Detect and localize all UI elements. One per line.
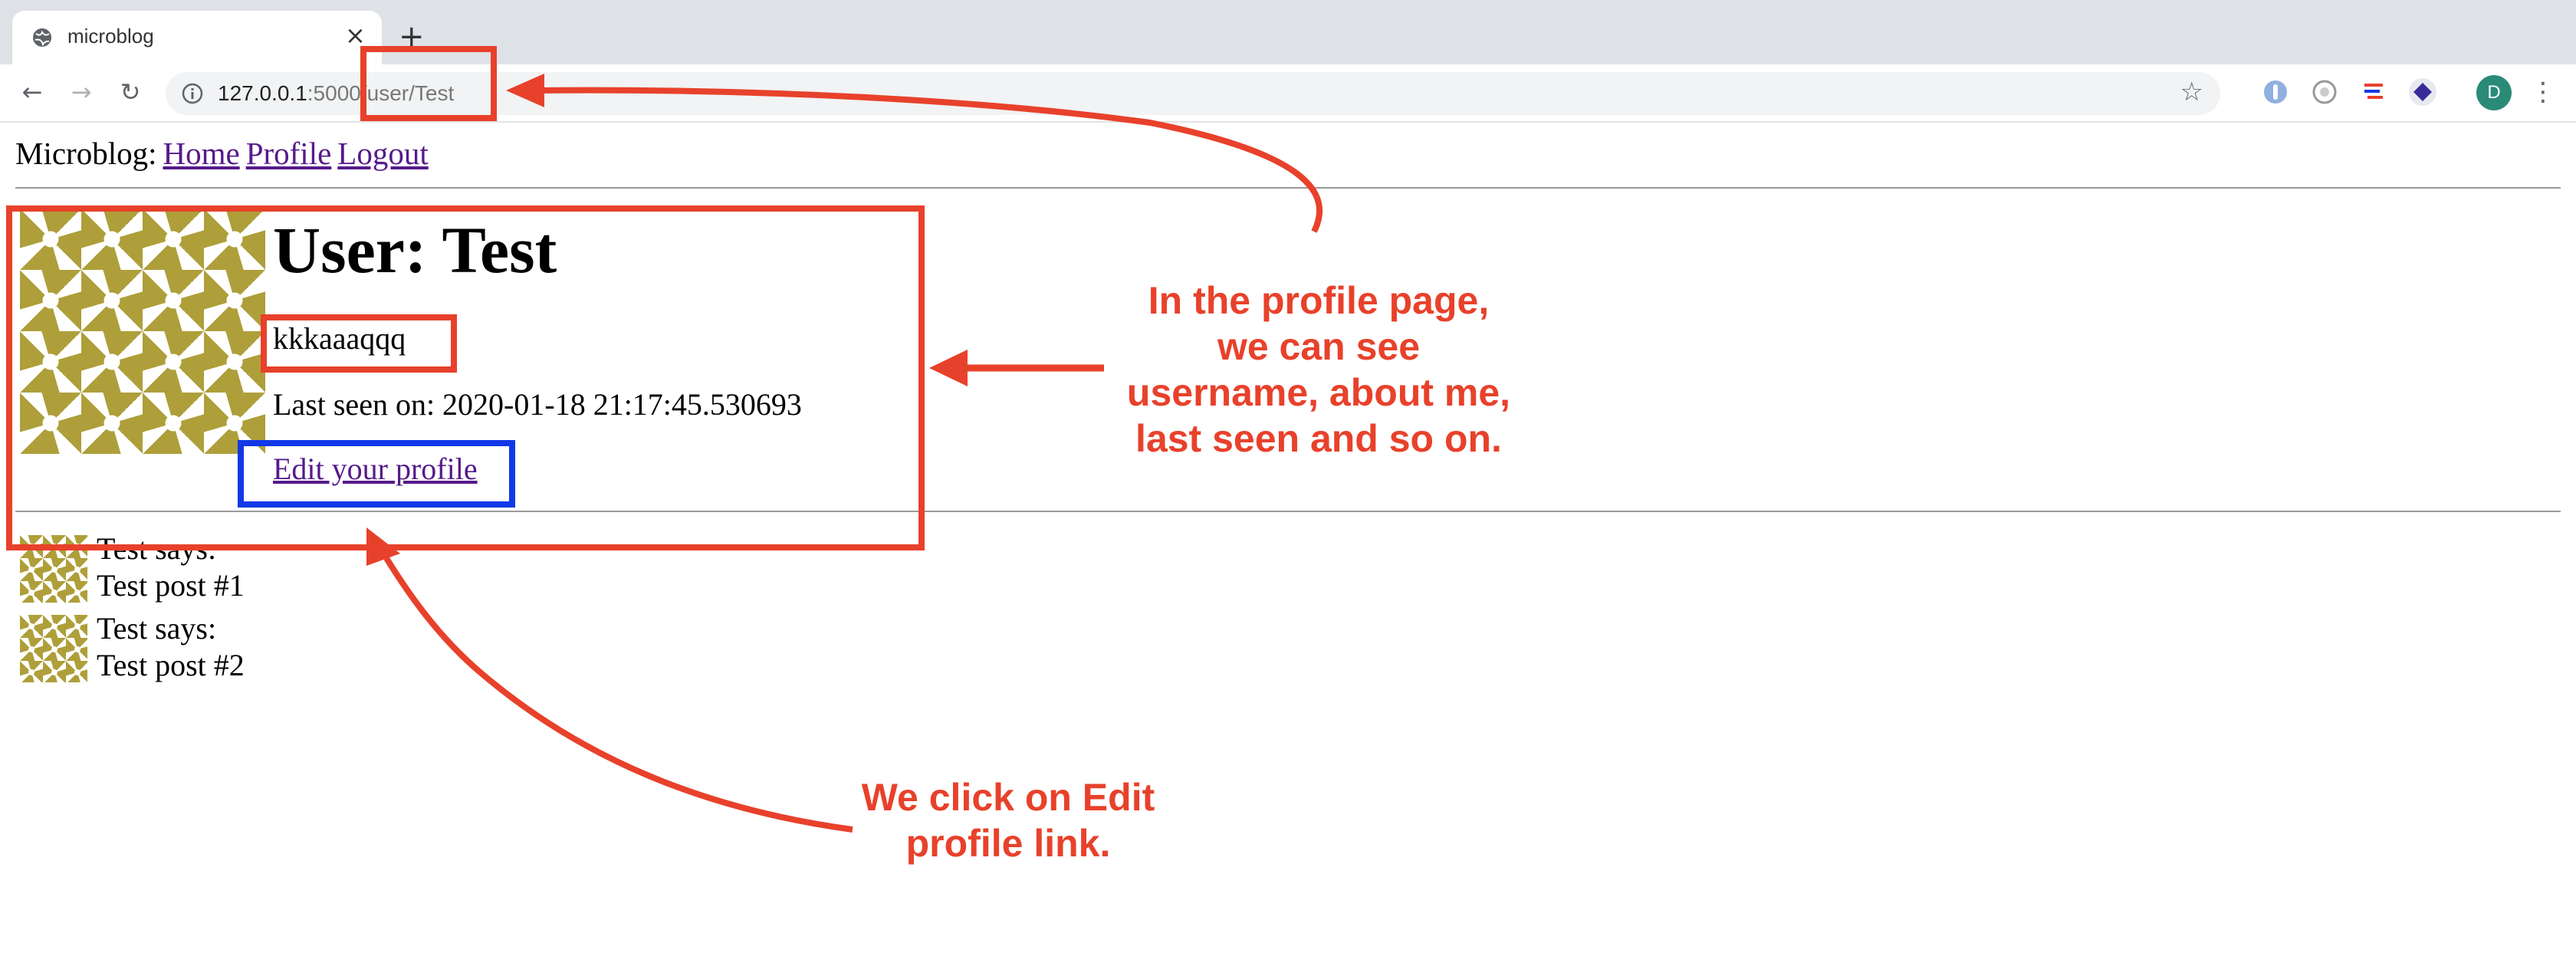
click-annotation-text: We click on Edit profile link. [828, 774, 1188, 866]
arrow-head-profile [929, 350, 968, 386]
annotation-line: we can see [1217, 325, 1421, 368]
arrow-head-url [506, 74, 544, 107]
annotation-line: In the profile page, [1148, 279, 1490, 322]
annotation-line: profile link. [905, 822, 1111, 865]
annotation-arrows [366, 74, 1323, 833]
arrow-to-url [536, 87, 1323, 233]
annotation-line: We click on Edit [861, 776, 1155, 819]
annotation-line: last seen and so on. [1135, 417, 1502, 460]
annotation-line: username, about me, [1126, 371, 1511, 414]
profile-annotation-text: In the profile page, we can see username… [1089, 278, 1549, 462]
arrow-head-edit-link [366, 527, 400, 566]
arrow-to-edit-link [383, 556, 853, 833]
